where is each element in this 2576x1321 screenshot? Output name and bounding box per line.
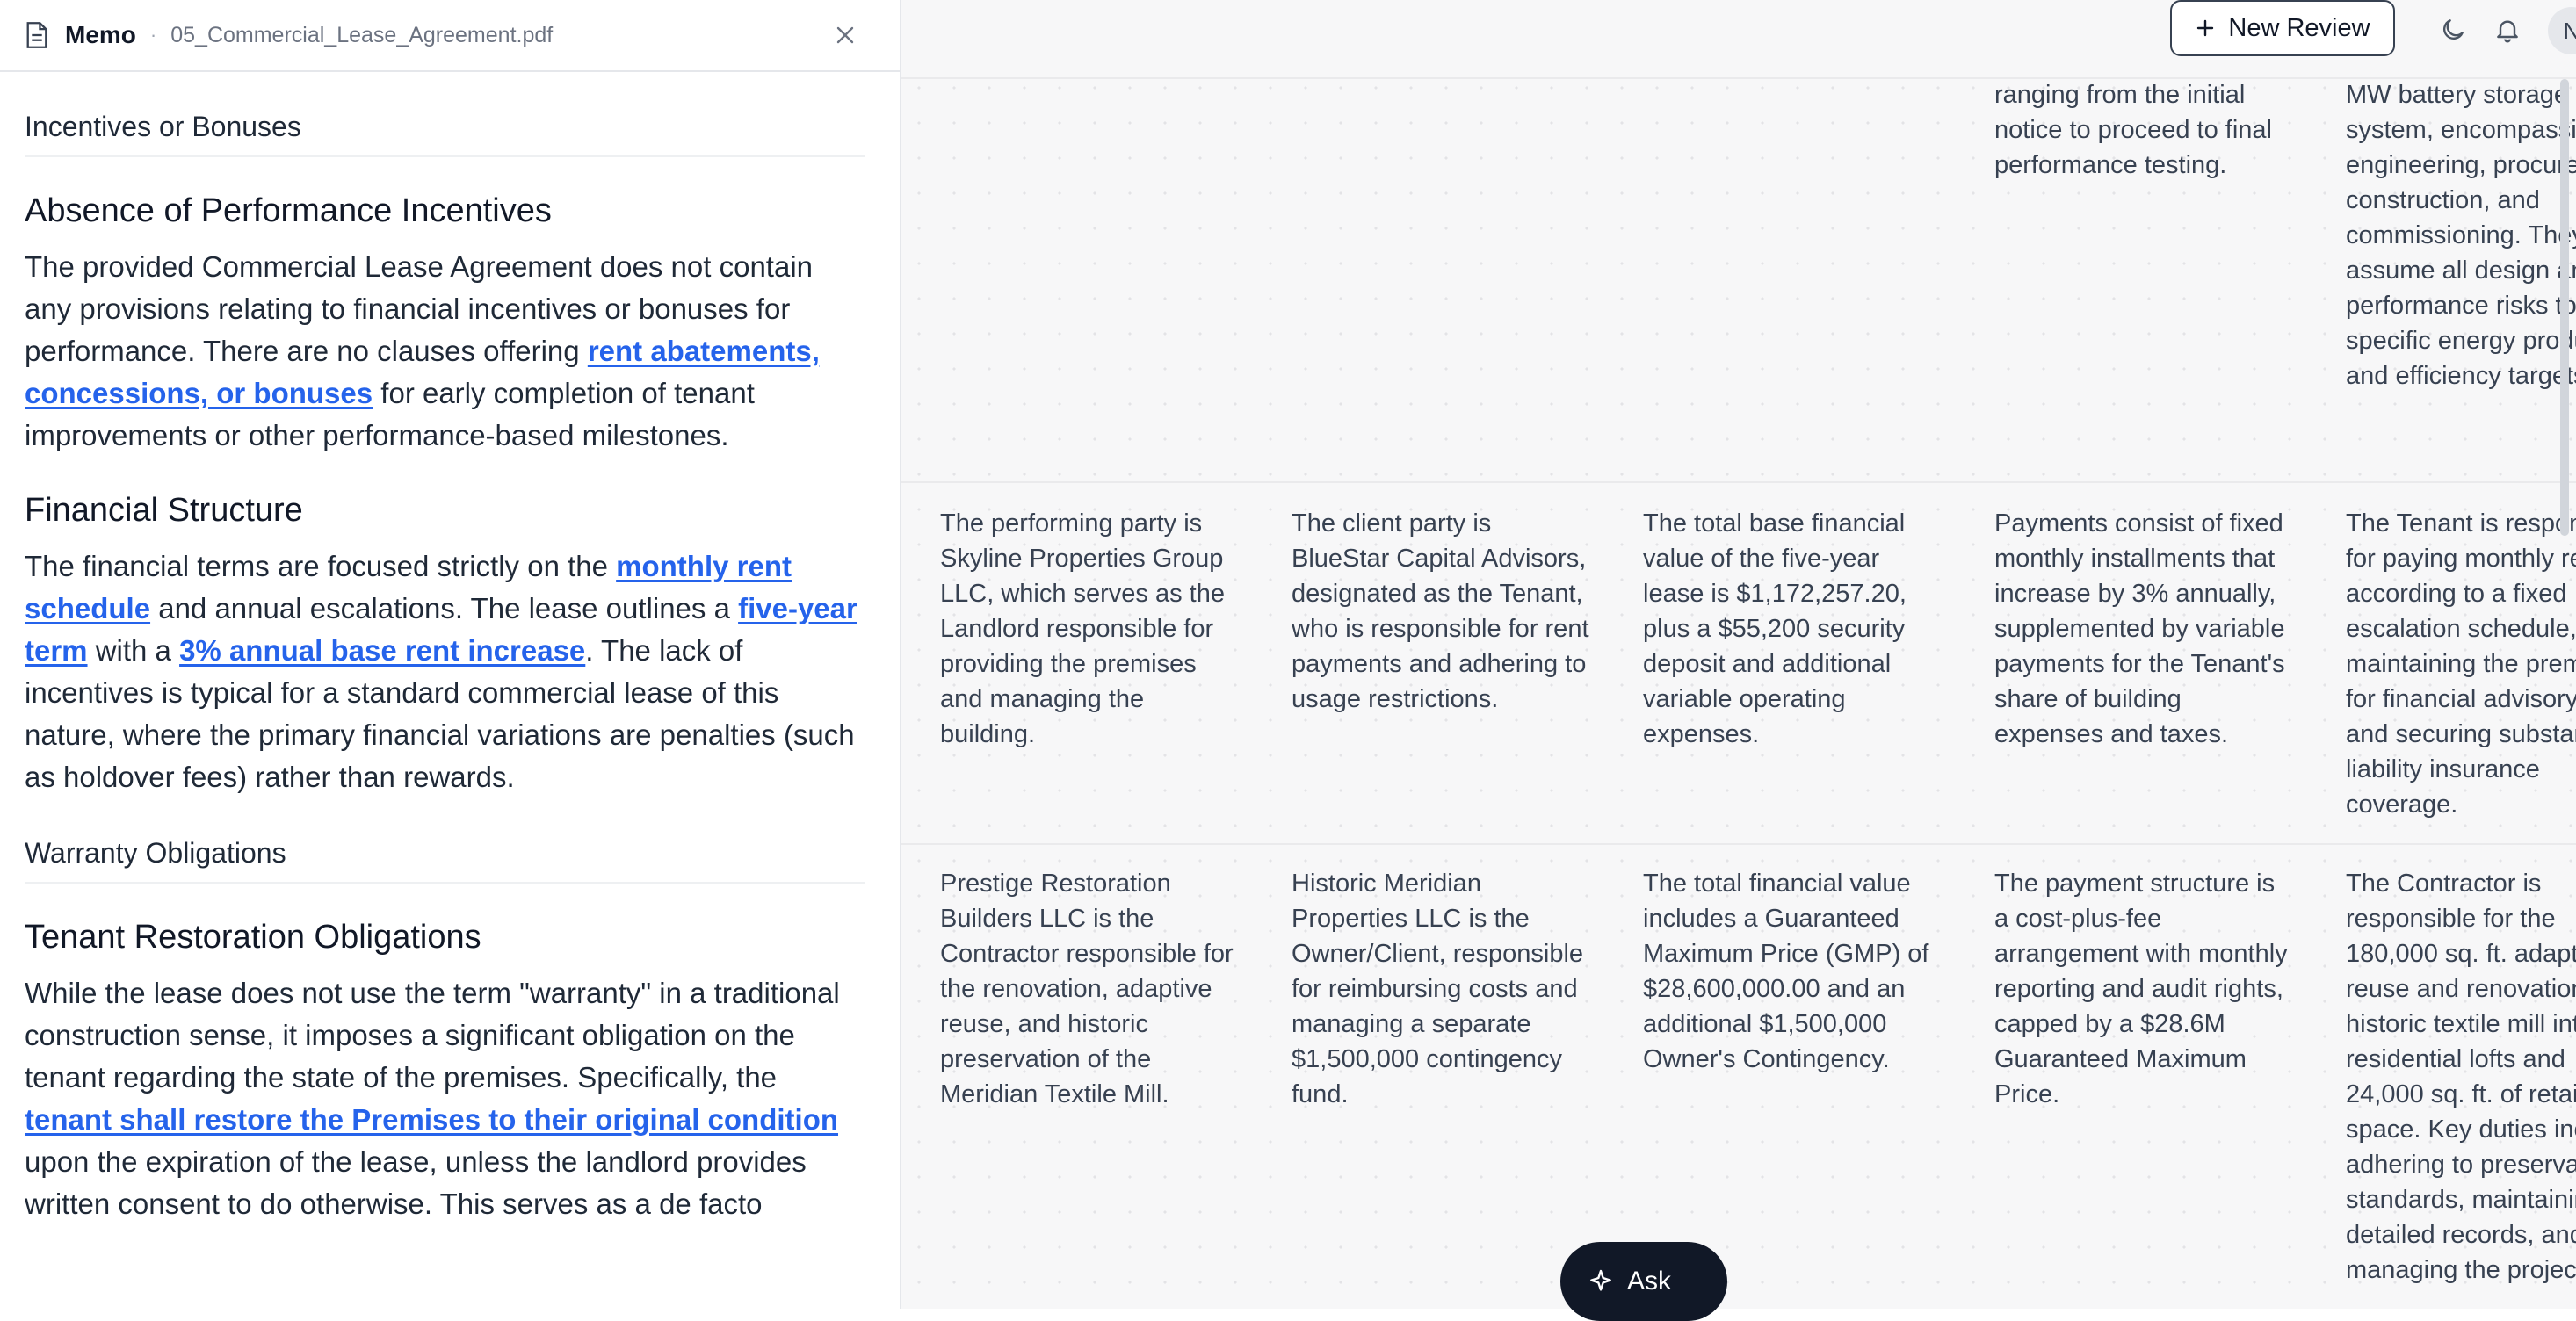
section-heading: Incentives or Bonuses bbox=[25, 72, 865, 157]
grid-cell[interactable]: The total base financial value of the fi… bbox=[1643, 506, 1942, 752]
memo-header: Memo · 05_Commercial_Lease_Agreement.pdf bbox=[0, 0, 900, 72]
text-run: with a bbox=[87, 634, 180, 667]
new-review-label: New Review bbox=[2228, 13, 2370, 42]
close-icon bbox=[836, 26, 854, 44]
bell-icon bbox=[2497, 20, 2518, 43]
notifications-button[interactable] bbox=[2488, 11, 2527, 49]
plus-icon bbox=[2197, 19, 2214, 37]
grid-cell[interactable]: Payments consist of fixed monthly instal… bbox=[1994, 506, 2293, 752]
ask-label: Ask bbox=[1627, 1267, 1672, 1296]
vertical-scrollbar[interactable] bbox=[2560, 79, 2569, 536]
citation-link[interactable]: 3% annual base rent increase bbox=[179, 634, 585, 667]
memo-panel: Memo · 05_Commercial_Lease_Agreement.pdf… bbox=[0, 0, 901, 1309]
grid-cell[interactable]: ranging from the initial notice to proce… bbox=[1994, 77, 2293, 183]
grid-cell[interactable]: The client party is BlueStar Capital Adv… bbox=[1292, 506, 1590, 717]
section-subheading: Tenant Restoration Obligations bbox=[25, 919, 481, 956]
citation-link[interactable]: tenant shall restore the Premises to the… bbox=[25, 1103, 838, 1136]
memo-paragraph: While the lease does not use the term "w… bbox=[25, 972, 865, 1225]
grid-cell[interactable]: MW battery storage system, encompassing … bbox=[2346, 77, 2576, 393]
close-memo-button[interactable] bbox=[828, 18, 863, 53]
grid-cell[interactable]: The Contractor is responsible for the 18… bbox=[2346, 866, 2576, 1288]
section-subheading: Absence of Performance Incentives bbox=[25, 192, 552, 229]
grid-cell[interactable]: The total financial value includes a Gua… bbox=[1643, 866, 1942, 1077]
grid-cell[interactable]: The performing party is Skyline Properti… bbox=[940, 506, 1239, 752]
row-divider bbox=[901, 843, 2576, 845]
grid-cell[interactable]: Prestige Restoration Builders LLC is the… bbox=[940, 866, 1239, 1112]
avatar[interactable]: N bbox=[2548, 7, 2576, 54]
sparkle-icon bbox=[1590, 1269, 1611, 1291]
row-divider bbox=[901, 481, 2576, 483]
ask-button[interactable]: Ask bbox=[1560, 1242, 1727, 1321]
top-toolbar: New Review N bbox=[901, 0, 2576, 79]
memo-title: Memo bbox=[65, 21, 136, 48]
text-run: While the lease does not use the term "w… bbox=[25, 977, 840, 1094]
memo-body: Incentives or Bonuses Absence of Perform… bbox=[0, 72, 900, 1225]
section-heading: Warranty Obligations bbox=[25, 798, 865, 884]
text-run: The financial terms are focused strictly… bbox=[25, 550, 617, 582]
moon-icon bbox=[2443, 19, 2464, 40]
memo-paragraph: The provided Commercial Lease Agreement … bbox=[25, 246, 865, 457]
memo-paragraph: The financial terms are focused strictly… bbox=[25, 545, 865, 798]
text-run: and annual escalations. The lease outlin… bbox=[150, 592, 739, 624]
memo-file-name: 05_Commercial_Lease_Agreement.pdf bbox=[170, 22, 554, 47]
grid-cell[interactable]: Historic Meridian Properties LLC is the … bbox=[1292, 866, 1590, 1112]
grid-cell[interactable]: The Tenant is responsible for paying mon… bbox=[2346, 506, 2576, 822]
document-icon bbox=[26, 22, 47, 48]
section-subheading: Financial Structure bbox=[25, 492, 303, 529]
grid-cell[interactable]: The payment structure is a cost-plus-fee… bbox=[1994, 866, 2293, 1112]
review-grid-area: New Review N ranging from the initial no… bbox=[901, 0, 2576, 1309]
new-review-button[interactable]: New Review bbox=[2170, 0, 2395, 56]
avatar-initial: N bbox=[2563, 17, 2576, 44]
separator-dot: · bbox=[149, 24, 157, 46]
text-run: upon the expiration of the lease, unless… bbox=[25, 1145, 807, 1220]
theme-toggle-button[interactable] bbox=[2434, 11, 2472, 49]
